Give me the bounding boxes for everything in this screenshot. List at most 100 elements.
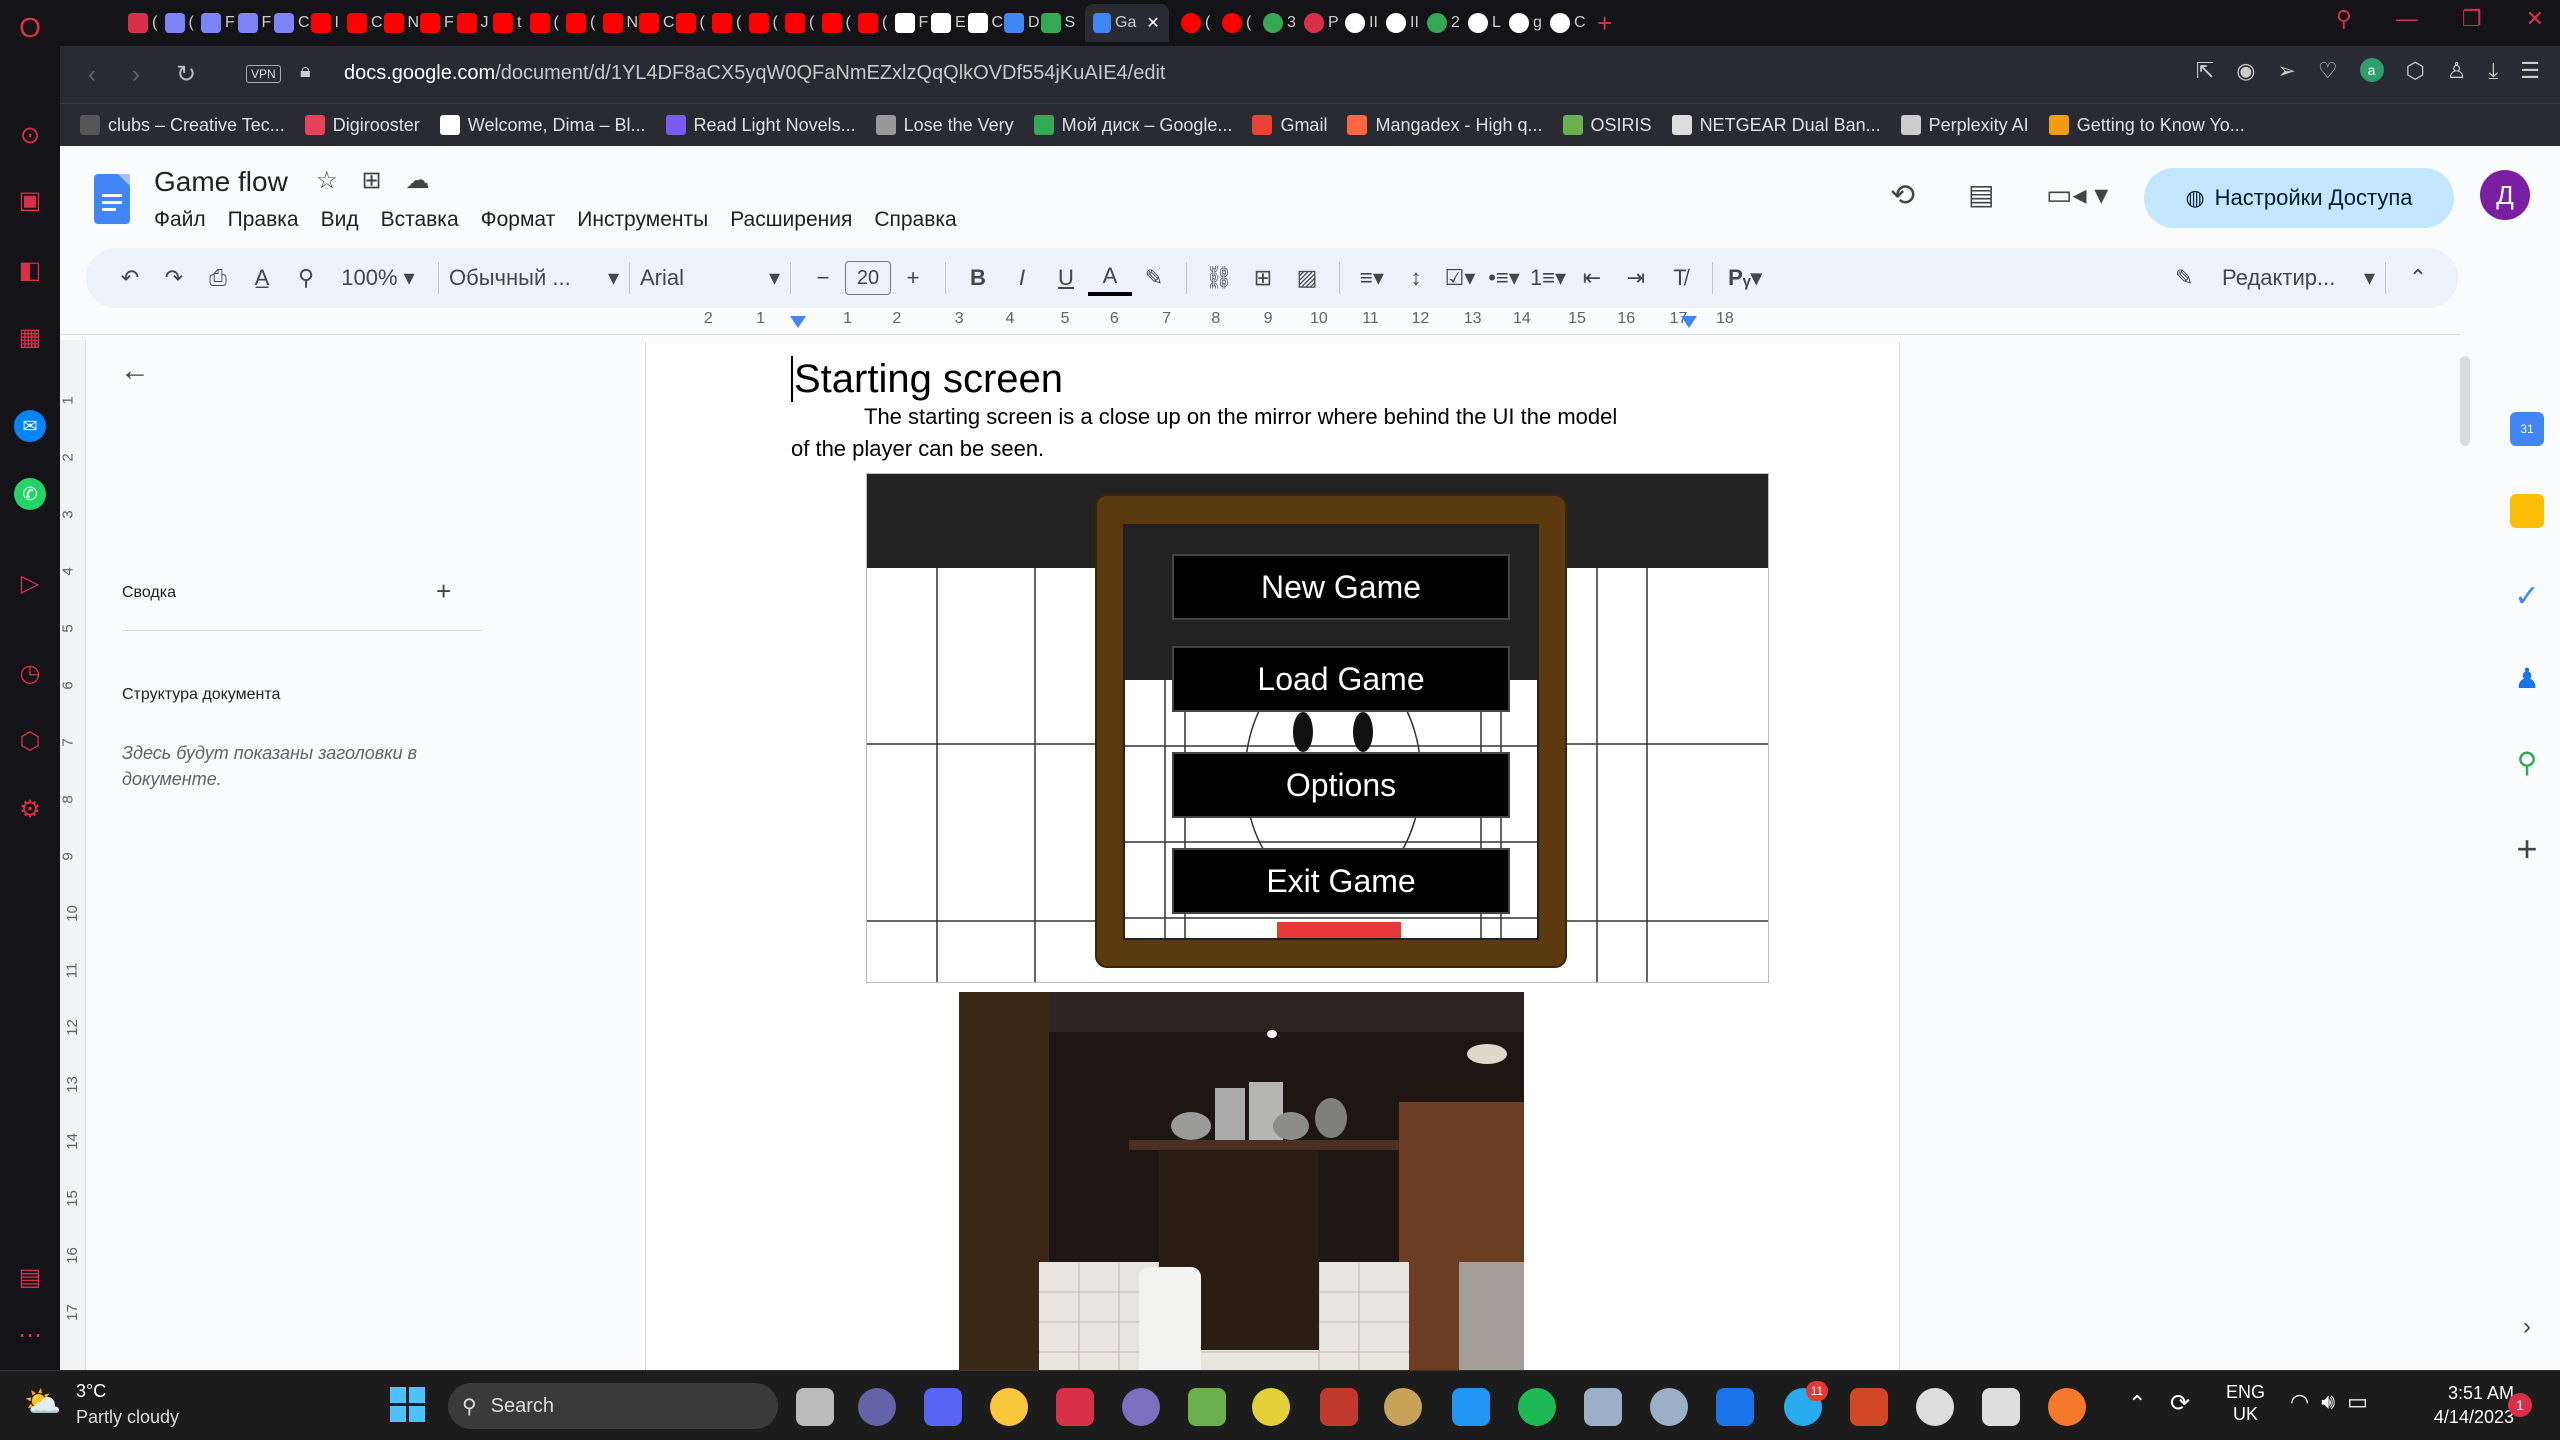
bookmark-item[interactable]: Lose the Very — [875, 115, 1014, 136]
browser-tab[interactable]: t — [493, 4, 533, 42]
style-select[interactable]: Обычный ... ▾ — [449, 256, 619, 300]
speed-dial-icon[interactable]: ⊙ — [14, 120, 46, 152]
right-indent-marker-icon[interactable] — [1681, 316, 1697, 328]
line-spacing-icon[interactable]: ↕ — [1394, 256, 1438, 300]
powerpoint-icon[interactable] — [1850, 1388, 1888, 1426]
minecraft-icon[interactable] — [1188, 1388, 1226, 1426]
heading-starting-screen[interactable]: Starting screen — [791, 356, 1063, 402]
send-icon[interactable]: ➢ — [2277, 58, 2295, 84]
bluetooth-icon[interactable] — [1716, 1388, 1754, 1426]
weather-icon[interactable]: ⛅ — [24, 1385, 61, 1420]
player-icon[interactable]: ▷ — [14, 568, 46, 600]
version-history-icon[interactable]: ⟲ — [1890, 178, 1915, 213]
tasks-icon[interactable]: ✓ — [2510, 580, 2544, 614]
reload-icon[interactable]: ↻ — [172, 61, 200, 89]
numbered-list-icon[interactable]: 1≡▾ — [1526, 256, 1570, 300]
steam-alt-icon[interactable] — [1650, 1388, 1688, 1426]
restore-icon[interactable]: ❐ — [2462, 6, 2482, 32]
new-tab-icon[interactable]: + — [1597, 4, 1612, 42]
edit-mode-select[interactable]: ✎ Редактир... ▾ — [2175, 256, 2375, 300]
bookmark-item[interactable]: NETGEAR Dual Ban... — [1671, 115, 1881, 136]
game-menu-button[interactable]: Options — [1172, 752, 1510, 818]
browser-tab[interactable]: J — [456, 4, 497, 42]
settings-icon[interactable]: ⚙ — [14, 794, 46, 826]
active-tab[interactable]: Ga ✕ — [1085, 4, 1169, 42]
horizontal-ruler[interactable]: 2 1 1 2 3 4 5 6 7 8 9 10 11 12 13 14 15 16 17 18 — [645, 310, 1900, 334]
increase-indent-icon[interactable]: ⇥ — [1614, 256, 1658, 300]
paragraph-line-2[interactable]: of the player can be seen. — [791, 436, 1044, 462]
browser-tab[interactable]: F — [201, 4, 241, 42]
discord-icon[interactable] — [924, 1388, 962, 1426]
decrease-font-size-icon[interactable]: − — [801, 256, 845, 300]
font-select[interactable]: Arial ▾ — [640, 256, 780, 300]
browser-tab[interactable]: E — [931, 4, 971, 42]
browser-tab[interactable]: N — [383, 4, 424, 42]
checklist-icon[interactable]: ☑▾ — [1438, 256, 1482, 300]
keep-icon[interactable] — [2510, 494, 2544, 528]
browser-tab[interactable]: ( — [128, 4, 168, 42]
browser-tab[interactable]: ( — [821, 4, 862, 42]
weather-desc[interactable]: Partly cloudy — [76, 1407, 179, 1428]
menu-item[interactable]: Вид — [321, 208, 359, 232]
browser-tab[interactable]: C — [639, 4, 679, 42]
teams-icon[interactable] — [858, 1388, 896, 1426]
browser-tab[interactable]: C — [1550, 4, 1598, 42]
browser-tab[interactable]: C — [274, 4, 314, 42]
input-tools-icon[interactable]: Pᵧ▾ — [1723, 256, 1767, 300]
insert-image-icon[interactable]: ▨ — [1285, 256, 1329, 300]
bookmark-item[interactable]: Digirooster — [304, 115, 420, 136]
browser-tab[interactable]: ( — [529, 4, 570, 42]
browser-tab[interactable]: C — [347, 4, 387, 42]
left-indent-marker-icon[interactable] — [790, 316, 806, 328]
url-field[interactable]: docs.google.com/document/d/1YL4DF8aCX5yq… — [344, 62, 1166, 85]
browser-tab[interactable]: ( — [566, 4, 606, 42]
browser-tab[interactable]: F — [420, 4, 460, 42]
messenger-icon[interactable]: ✉ — [14, 410, 46, 442]
language-indicator[interactable]: ENG UK — [2226, 1381, 2265, 1425]
link-icon[interactable]: ⛓ — [1197, 256, 1241, 300]
bookmark-item[interactable]: Perplexity AI — [1900, 115, 2029, 136]
twitch-icon[interactable]: ◧ — [14, 255, 46, 287]
game-menu-button[interactable]: Exit Game — [1172, 848, 1510, 914]
paint-format-icon[interactable]: ⚲ — [284, 256, 328, 300]
opera-icon[interactable] — [1056, 1388, 1094, 1426]
decrease-indent-icon[interactable]: ⇤ — [1570, 256, 1614, 300]
game-menu-button[interactable]: New Game — [1172, 554, 1510, 620]
share-button[interactable]: ◍ Настройки Доступа — [2144, 168, 2454, 228]
underline-icon[interactable]: U — [1044, 256, 1088, 300]
history-icon[interactable]: ◷ — [14, 658, 46, 690]
italic-icon[interactable]: I — [1000, 256, 1044, 300]
browser-tab[interactable]: D — [1004, 4, 1044, 42]
browser-tab[interactable]: ( — [785, 4, 825, 42]
camera-icon[interactable]: ◉ — [2236, 58, 2255, 84]
heart-icon[interactable]: ♡ — [2318, 58, 2338, 84]
cube-icon[interactable]: ⬡ — [2406, 58, 2425, 84]
expand-panel-icon[interactable]: › — [2510, 1310, 2544, 1344]
docs-logo-icon[interactable] — [94, 174, 130, 224]
vpn-badge[interactable]: VPN — [246, 65, 281, 83]
menu-icon[interactable]: ☰ — [2520, 58, 2540, 84]
bullet-list-icon[interactable]: •≡▾ — [1482, 256, 1526, 300]
notification-badge[interactable]: 1 — [2508, 1393, 2532, 1417]
browser-tab[interactable]: ( — [164, 4, 205, 42]
whatsapp-icon[interactable]: ✆ — [14, 478, 46, 510]
browser-tab[interactable]: F — [237, 4, 278, 42]
media-icon[interactable]: ▦ — [14, 322, 46, 354]
xbox-app-icon[interactable] — [1452, 1388, 1490, 1426]
clock[interactable]: 3:51 AM 4/14/2023 — [2394, 1381, 2514, 1429]
tray-sync-icon[interactable]: ⟳ — [2170, 1389, 2190, 1418]
unity-icon[interactable] — [1916, 1388, 1954, 1426]
contacts-icon[interactable]: ♟ — [2510, 662, 2544, 696]
blender-icon[interactable] — [2048, 1388, 2086, 1426]
highlight-icon[interactable]: ✎ — [1132, 256, 1176, 300]
close-window-icon[interactable]: ✕ — [2526, 6, 2544, 32]
collapse-toolbar-icon[interactable]: ⌃ — [2396, 256, 2440, 300]
tray-chevron-icon[interactable]: ⌃ — [2128, 1391, 2146, 1417]
add-comment-icon[interactable]: ⊞ — [1241, 256, 1285, 300]
pinboard-icon[interactable]: ▤ — [14, 1262, 46, 1294]
menu-mockup-image[interactable]: New Game Load Game Options Exit Game — [866, 473, 1769, 983]
align-icon[interactable]: ≡▾ — [1350, 256, 1394, 300]
league-icon[interactable] — [1384, 1388, 1422, 1426]
add-summary-icon[interactable]: + — [436, 576, 451, 607]
text-color-icon[interactable]: A — [1088, 260, 1132, 296]
